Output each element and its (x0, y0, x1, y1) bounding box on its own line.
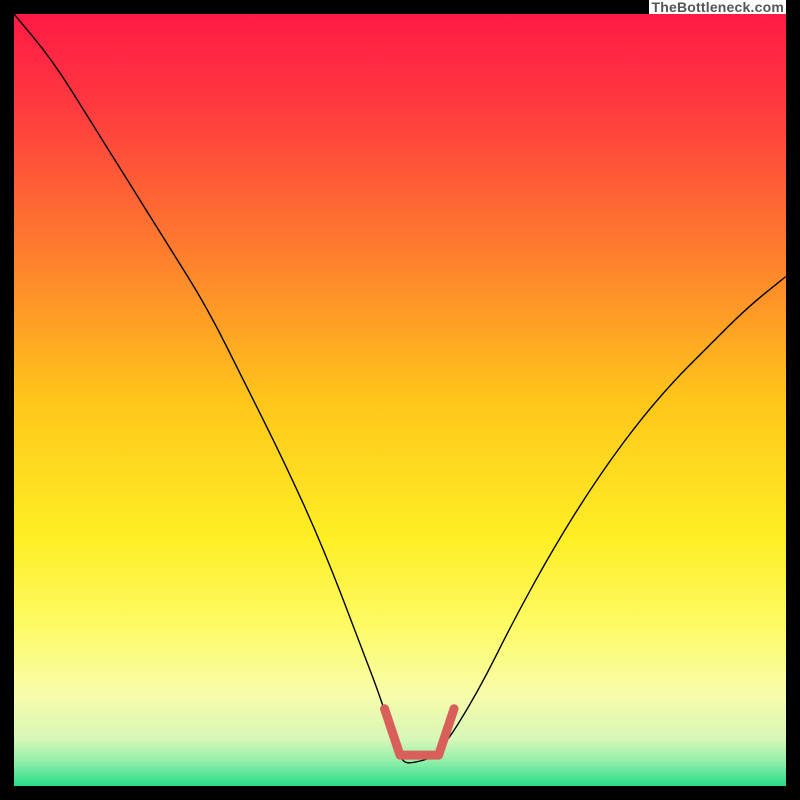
chart-frame: TheBottleneck.com (0, 0, 800, 800)
chart-background (14, 14, 786, 786)
watermark-text: TheBottleneck.com (649, 0, 786, 14)
plot-area (14, 14, 786, 786)
bottleneck-chart (14, 14, 786, 786)
